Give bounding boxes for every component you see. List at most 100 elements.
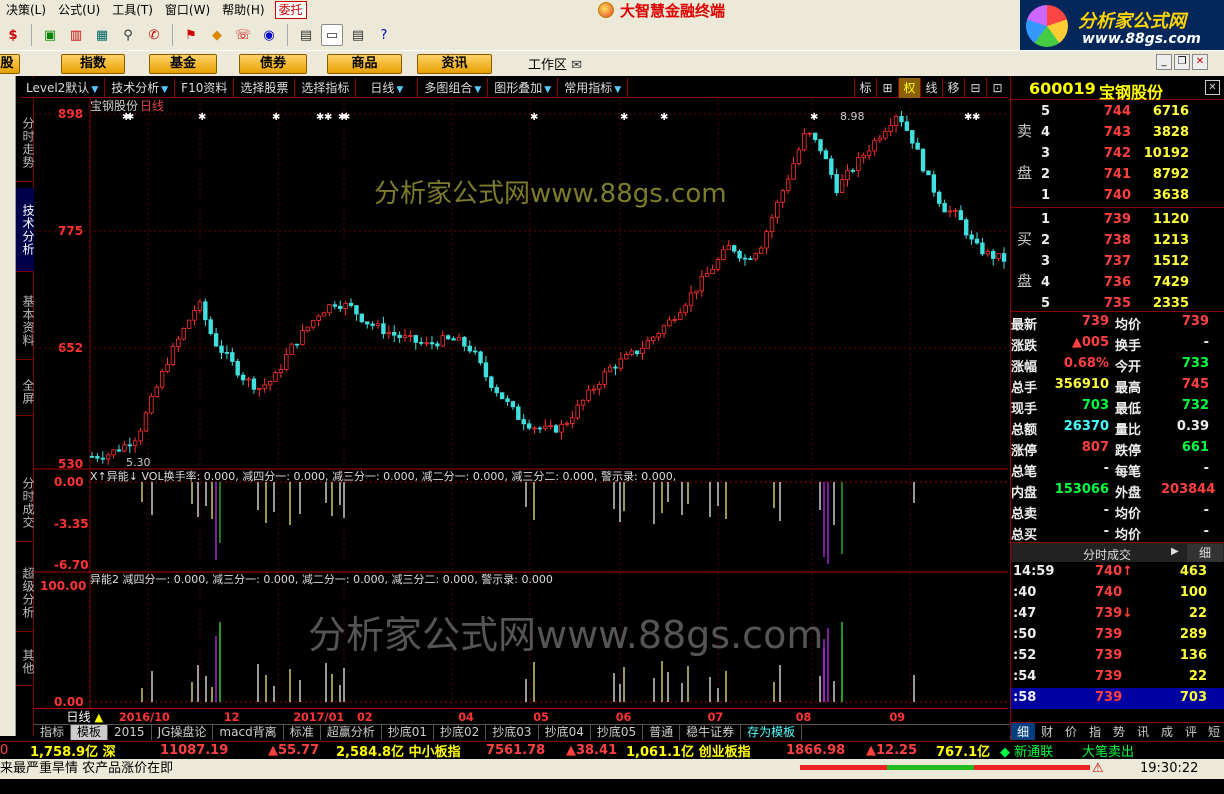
flag-icon[interactable]: ▣: [39, 24, 61, 46]
help-icon[interactable]: ?: [373, 24, 395, 46]
save-template-button[interactable]: 存为模板: [741, 725, 803, 740]
quote-row[interactable]: 总卖 - 均价 -: [1011, 501, 1224, 522]
tick-row[interactable]: :52 739 136: [1011, 646, 1224, 667]
close-icon[interactable]: ✕: [1205, 80, 1220, 95]
binoculars-icon[interactable]: ⚲: [117, 24, 139, 46]
print-icon[interactable]: ▤: [295, 24, 317, 46]
tab-bottom04[interactable]: 抄底04: [539, 725, 591, 740]
menu-tools[interactable]: 工具(T): [106, 0, 159, 20]
ptab-news[interactable]: 讯: [1131, 723, 1155, 740]
buy-row[interactable]: 4 736 7429: [1011, 273, 1224, 294]
tab-template[interactable]: 模板: [71, 725, 109, 740]
tab-bottom01[interactable]: 抄底01: [382, 725, 434, 740]
tab-bottom03[interactable]: 抄底03: [486, 725, 539, 740]
nav-index-button[interactable]: 指数: [61, 54, 125, 74]
tool-multi-chart[interactable]: 多图组合 ▼: [418, 77, 489, 98]
layout-toggle-icon[interactable]: ⊟: [964, 77, 986, 98]
nav-stock-button[interactable]: 股: [0, 54, 20, 74]
news-text[interactable]: 来最严重旱情 农产品涨价在即: [0, 759, 173, 779]
quote-row[interactable]: 最新 739 均价 739: [1011, 312, 1224, 333]
bar-chart-icon[interactable]: ▥: [65, 24, 87, 46]
tool-select-stock[interactable]: 选择股票: [234, 77, 296, 98]
tick-row[interactable]: :50 739 289: [1011, 625, 1224, 646]
buy-row[interactable]: 2 738 1213: [1011, 231, 1224, 252]
tick-row[interactable]: :47 739↓ 22: [1011, 604, 1224, 625]
tool-line[interactable]: 线: [920, 77, 942, 98]
alert-icon[interactable]: ⚑: [180, 24, 202, 46]
alarm-icon[interactable]: ✆: [143, 24, 165, 46]
menu-window[interactable]: 窗口(W): [159, 0, 216, 20]
ptab-short[interactable]: 短: [1203, 723, 1224, 740]
tab-super-win[interactable]: 超赢分析: [321, 725, 382, 740]
tick-row[interactable]: :58 739 703: [1011, 688, 1224, 709]
ptab-deal[interactable]: 成: [1155, 723, 1179, 740]
ptab-index[interactable]: 指: [1083, 723, 1107, 740]
alert-icon[interactable]: ⚠: [1092, 759, 1104, 779]
mail-icon[interactable]: ✉: [571, 58, 582, 73]
nav-commodity-button[interactable]: 商品: [327, 54, 402, 74]
tool-rights[interactable]: 权: [898, 77, 920, 98]
tab-technical[interactable]: 技术分析: [16, 188, 35, 272]
quote-row[interactable]: 现手 703 最低 732: [1011, 396, 1224, 417]
period-arrow-icon[interactable]: ▲: [94, 711, 103, 724]
ptab-price[interactable]: 价: [1059, 723, 1083, 740]
tool-move[interactable]: 移: [942, 77, 964, 98]
play-icon[interactable]: ▶: [1171, 546, 1179, 557]
tick-row[interactable]: 14:59 740↑ 463: [1011, 562, 1224, 583]
minimize-icon[interactable]: _: [1156, 54, 1172, 70]
sell-row[interactable]: 2 741 8792: [1011, 165, 1224, 186]
quote-row[interactable]: 涨停 807 跌停 661: [1011, 438, 1224, 459]
tool-mark[interactable]: 标: [854, 77, 876, 98]
tab-intraday[interactable]: 分时走势: [16, 104, 35, 182]
quote-row[interactable]: 总笔 - 每笔 -: [1011, 459, 1224, 480]
tool-select-indicator[interactable]: 选择指标: [295, 77, 357, 98]
tick-row[interactable]: :54 739 22: [1011, 667, 1224, 688]
panel-toggle-icon[interactable]: ⊡: [986, 77, 1008, 98]
tab-other[interactable]: 其他: [16, 638, 35, 686]
tool-period[interactable]: 日线 ▼: [356, 77, 419, 98]
sell-row[interactable]: 1 740 3638: [1011, 186, 1224, 207]
diamond-icon[interactable]: ◆: [206, 24, 228, 46]
quote-row[interactable]: 涨幅 0.68% 今开 733: [1011, 354, 1224, 375]
sell-row[interactable]: 3 742 10192: [1011, 144, 1224, 165]
workarea-label[interactable]: 工作区 ✉: [528, 54, 582, 73]
dollar-icon[interactable]: $: [2, 24, 24, 46]
sell-row[interactable]: 5 744 6716: [1011, 102, 1224, 123]
tab-fundamental[interactable]: 基本资料: [16, 282, 35, 360]
quote-row[interactable]: 内盘 153066 外盘 203844: [1011, 480, 1224, 501]
ptab-detail[interactable]: 细: [1011, 723, 1035, 740]
tool-common-indicators[interactable]: 常用指标 ▼: [558, 77, 629, 98]
tab-bull[interactable]: 稳牛证券: [680, 725, 742, 740]
tool-f10[interactable]: F10资料: [175, 77, 235, 98]
phone-icon[interactable]: ☏: [232, 24, 254, 46]
window-icon[interactable]: ▭: [321, 24, 343, 46]
quote-row[interactable]: 总手 356910 最高 745: [1011, 375, 1224, 396]
tab-indicator[interactable]: 指标: [34, 725, 72, 740]
restore-icon[interactable]: ❐: [1174, 54, 1190, 70]
quote-row[interactable]: 总额 26370 量比 0.39: [1011, 417, 1224, 438]
globe-icon[interactable]: ◉: [258, 24, 280, 46]
tab-bottom02[interactable]: 抄底02: [434, 725, 487, 740]
tool-overlay[interactable]: 图形叠加 ▼: [488, 77, 559, 98]
crosshair-icon[interactable]: ⊞: [876, 77, 898, 98]
tab-jg[interactable]: JG操盘论: [152, 725, 214, 740]
nav-bond-button[interactable]: 债券: [239, 54, 307, 74]
tab-2015[interactable]: 2015: [108, 725, 152, 740]
layout-icon[interactable]: ▤: [347, 24, 369, 46]
grid-icon[interactable]: ▦: [91, 24, 113, 46]
ptab-finance[interactable]: 财: [1035, 723, 1059, 740]
tab-super-analysis[interactable]: 超级分析: [16, 554, 35, 632]
sell-row[interactable]: 4 743 3828: [1011, 123, 1224, 144]
tab-bottom05[interactable]: 抄底05: [591, 725, 644, 740]
menu-formula[interactable]: 公式(U): [52, 0, 106, 20]
kline-chart[interactable]: 宝钢股份 日线 898 775 652 530 分析家公式网www.88gs.c…: [34, 98, 1008, 724]
menu-decision[interactable]: 决策(L): [0, 0, 52, 20]
tick-row[interactable]: :40 740 100: [1011, 583, 1224, 604]
quote-row[interactable]: 总买 - 均价 -: [1011, 522, 1224, 543]
nav-fund-button[interactable]: 基金: [149, 54, 217, 74]
nav-news-button[interactable]: 资讯: [417, 54, 492, 74]
ptab-trend[interactable]: 势: [1107, 723, 1131, 740]
tab-macd[interactable]: macd背离: [213, 725, 284, 740]
close-icon[interactable]: ✕: [1192, 54, 1208, 70]
tab-normal[interactable]: 普通: [643, 725, 681, 740]
